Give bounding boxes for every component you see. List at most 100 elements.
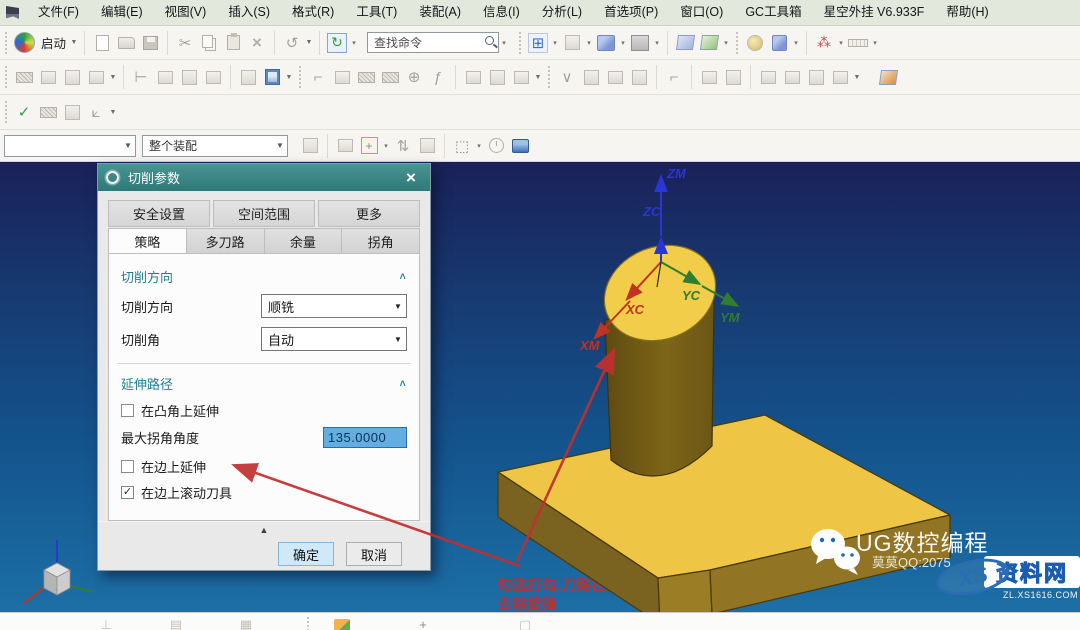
background-dropdown-caret[interactable]: ▾ [652, 30, 662, 56]
menu-window[interactable]: 窗口(O) [669, 0, 734, 25]
menu-file[interactable]: 文件(F) [27, 0, 90, 25]
toolbar2-icon[interactable] [780, 64, 804, 90]
bottom-toolbar-icon[interactable]: ▢ [514, 617, 536, 630]
tab-strategy[interactable]: 策略 [108, 228, 187, 254]
new-file-button[interactable] [90, 30, 114, 56]
toolbar-grip[interactable] [517, 32, 523, 54]
background-button[interactable] [628, 30, 652, 56]
toolbar2-icon[interactable] [461, 64, 485, 90]
toolbar2-icon[interactable]: ⌐ [662, 64, 686, 90]
toolbar2-caret[interactable]: ▼ [533, 64, 543, 90]
menu-help[interactable]: 帮助(H) [935, 0, 999, 25]
collapse-arrow-icon[interactable]: ▲ [260, 525, 269, 535]
menu-view[interactable]: 视图(V) [154, 0, 218, 25]
start-dropdown-caret[interactable]: ▼ [69, 30, 79, 56]
start-button[interactable]: 启动 [41, 33, 66, 52]
toolbar2-icon[interactable] [756, 64, 780, 90]
close-icon[interactable]: × [400, 168, 422, 188]
cut-button[interactable]: ✂ [173, 30, 197, 56]
menu-starry-plugin[interactable]: 星空外挂 V6.933F [813, 0, 936, 25]
bottom-toolbar-icon[interactable]: ▦ [235, 617, 257, 630]
solid-body-icon[interactable] [508, 133, 532, 159]
cancel-button[interactable]: 取消 [346, 542, 402, 566]
measure-dropdown-caret[interactable]: ▾ [836, 30, 846, 56]
search-dropdown-caret[interactable]: ▾ [499, 30, 509, 56]
toolbar2-icon[interactable] [84, 64, 108, 90]
navigate-button[interactable] [767, 30, 791, 56]
bottom-toolbar-color-icon[interactable] [334, 619, 350, 630]
tab-spatial-range[interactable]: 空间范围 [213, 200, 315, 227]
hatch-icon[interactable] [378, 64, 402, 90]
toolbar-grip[interactable] [305, 617, 311, 630]
toolbar2-icon[interactable] [12, 64, 36, 90]
line-icon[interactable] [330, 64, 354, 90]
toolbar2-icon[interactable] [177, 64, 201, 90]
window-cascade-button[interactable] [697, 30, 721, 56]
toolbar2-icon[interactable] [627, 64, 651, 90]
paste-button[interactable] [221, 30, 245, 56]
start-logo-icon[interactable] [12, 30, 36, 56]
datum-csys-icon[interactable]: ⟀ [84, 99, 108, 125]
toolbar2-caret[interactable]: ▼ [108, 64, 118, 90]
menu-analysis[interactable]: 分析(L) [531, 0, 593, 25]
find-component-icon[interactable] [298, 133, 322, 159]
select-rect-caret[interactable]: ▾ [474, 133, 484, 159]
toolbar2-icon[interactable] [603, 64, 627, 90]
tab-multiple-passes[interactable]: 多刀路 [187, 228, 265, 254]
history-icon[interactable] [484, 133, 508, 159]
extend-at-edge-checkbox[interactable] [121, 460, 134, 473]
role-button[interactable] [743, 30, 767, 56]
save-button[interactable] [138, 30, 162, 56]
toolbar-grip[interactable] [3, 66, 9, 88]
bottom-toolbar-icon[interactable]: ⊥ [95, 617, 117, 630]
cut-direction-section-header[interactable]: 切削方向 ∧ [121, 266, 407, 286]
selection-scope-combo[interactable]: 整个装配 ▼ [142, 135, 288, 157]
max-corner-angle-input[interactable]: 135.0000 [323, 427, 407, 448]
undo-dropdown-caret[interactable]: ▼ [304, 30, 314, 56]
refresh-dropdown-caret[interactable]: ▾ [349, 30, 359, 56]
toolbar3-icon[interactable] [60, 99, 84, 125]
add-selection-button[interactable]: + [357, 133, 381, 159]
toolbar2-icon[interactable] [721, 64, 745, 90]
menu-assemblies[interactable]: 装配(A) [408, 0, 472, 25]
toolbar2-caret[interactable]: ▼ [284, 64, 294, 90]
ruler-dropdown-caret[interactable]: ▾ [870, 30, 880, 56]
fit-view-button[interactable]: ⊞ [526, 30, 550, 56]
extend-at-convex-checkbox[interactable] [121, 404, 134, 417]
tab-more[interactable]: 更多 [318, 200, 420, 227]
roll-tool-checkbox[interactable]: ✓ [121, 486, 134, 499]
toolbar-grip[interactable] [3, 101, 9, 123]
menu-edit[interactable]: 编辑(E) [90, 0, 154, 25]
shaded-view-button[interactable] [594, 30, 618, 56]
check-icon[interactable]: ✓ [12, 99, 36, 125]
collapse-chevron-icon[interactable]: ∧ [398, 270, 407, 281]
menu-gc-toolbox[interactable]: GC工具箱 [734, 0, 812, 25]
toolbar2-icon[interactable] [697, 64, 721, 90]
toolbar2-icon[interactable] [201, 64, 225, 90]
delete-button[interactable]: × [245, 30, 269, 56]
tab-corners[interactable]: 拐角 [342, 228, 420, 254]
orient-view-button[interactable] [560, 30, 584, 56]
orient-dropdown-caret[interactable]: ▾ [584, 30, 594, 56]
spline-icon[interactable]: ƒ [426, 64, 450, 90]
toolbar2-icon[interactable] [60, 64, 84, 90]
toolbar2-icon[interactable] [509, 64, 533, 90]
window-dropdown-caret[interactable]: ▾ [721, 30, 731, 56]
bottom-toolbar-icon[interactable]: ▤ [165, 617, 187, 630]
dialog-collapse-strip[interactable]: ▲ [98, 521, 430, 537]
navigate-dropdown-caret[interactable]: ▾ [791, 30, 801, 56]
bottom-toolbar-icon[interactable]: + [412, 617, 434, 630]
open-button[interactable] [114, 30, 138, 56]
circle-center-icon[interactable]: ⊕ [402, 64, 426, 90]
toolbar-grip[interactable] [546, 66, 552, 88]
toolbar2-caret[interactable]: ▼ [852, 64, 862, 90]
measure-button[interactable]: ⁂ [812, 30, 836, 56]
toolbar3-icon[interactable] [36, 99, 60, 125]
menu-tools[interactable]: 工具(T) [345, 0, 408, 25]
refresh-button[interactable]: ↻ [325, 30, 349, 56]
profile-icon[interactable]: ⌐ [306, 64, 330, 90]
toolbar-grip[interactable] [734, 32, 740, 54]
collapse-chevron-icon[interactable]: ∧ [398, 377, 407, 388]
toolbar-grip[interactable] [297, 66, 303, 88]
select-generic-icon[interactable] [333, 133, 357, 159]
